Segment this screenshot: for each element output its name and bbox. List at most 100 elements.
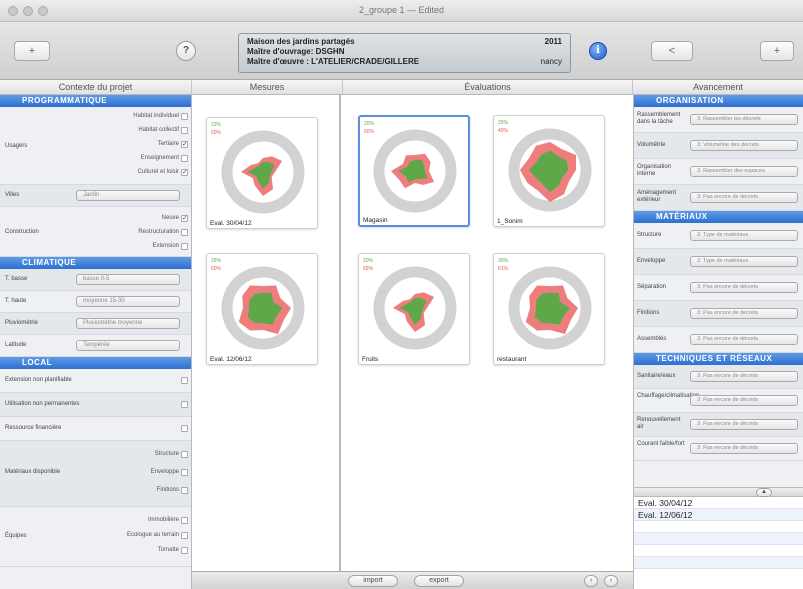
export-button[interactable]: export (414, 575, 464, 587)
evaluation-card[interactable]: 20% 65% Fruits (358, 253, 470, 365)
materiaux-right-label: Assemblés (637, 336, 667, 342)
local-row: Utilisation non permanentes (0, 393, 191, 417)
techniques-select[interactable]: 3: Pas encore de décrets (690, 371, 798, 382)
materiaux-right-select[interactable]: 3: Pas encore de décrets (690, 282, 798, 293)
local-row: Extension non planifiable (0, 369, 191, 393)
equipes-checkbox[interactable] (181, 547, 188, 554)
latitude-select[interactable]: Tempérée (76, 340, 180, 351)
materiaux-right-select[interactable]: 3: Pas encore de décrets (690, 334, 798, 345)
local-checkbox[interactable] (181, 377, 188, 384)
t-basse-select[interactable]: basse 0-5 (76, 274, 180, 285)
materiaux-option: Structure (154, 451, 179, 457)
organisation-select[interactable]: 3: Pas encore de décrets (690, 192, 798, 203)
usagers-checkbox-checked[interactable]: ✓ (181, 141, 188, 148)
measure-card[interactable]: 23% 50% Eval. 30/04/12 (206, 117, 318, 229)
navigate-button[interactable]: < (651, 41, 693, 61)
measure-pct-bottom: 50% (211, 130, 222, 136)
section-techniques: TECHNIQUES ET RÉSEAUX (634, 353, 803, 365)
mesures-panel: 23% 50% Eval. 30/04/12 25% 60% Eval. 12/… (192, 95, 341, 571)
construction-checkbox-checked[interactable]: ✓ (181, 215, 188, 222)
info-icon[interactable]: i (589, 42, 607, 60)
evaluation-card-selected[interactable]: 20% 60% Magasin (358, 115, 470, 227)
add-button[interactable]: + (14, 41, 50, 61)
latitude-row: Latitude Tempérée (0, 335, 191, 357)
latitude-label: Latitude (5, 342, 27, 348)
construction-checkbox[interactable] (181, 243, 188, 250)
evaluation-card[interactable]: 30% 61% restaurant (493, 253, 605, 365)
materiaux-right-row: Structure 2: Type de matériaux (634, 223, 803, 249)
evaluation-pct-top: 20% (363, 258, 374, 264)
materiaux-right-select[interactable]: 2: Type de matériaux (690, 256, 798, 267)
add-right-button[interactable]: + (760, 41, 794, 61)
organisation-label: Volumétrie (637, 142, 666, 148)
organisation-select[interactable]: 3: Rassembler des espaces (690, 166, 798, 177)
techniques-row: Chauffage/climatisation 3: Pas encore de… (634, 389, 803, 413)
equipes-label: Équipes (5, 533, 27, 539)
history-toggle-bar: ▲ (634, 487, 803, 497)
t-haute-select[interactable]: moyenne 15-30 (76, 296, 180, 307)
equipes-row: Équipes Immobilière Ecologue au terrain … (0, 507, 191, 567)
organisation-select[interactable]: 3: Rassembler les décrets (690, 114, 798, 125)
pluviometrie-select[interactable]: Pluviométrie moyenne (76, 318, 180, 329)
pluviometrie-label: Pluviométrie (5, 320, 39, 326)
villes-row: Villes Jardin (0, 185, 191, 207)
history-toggle-button[interactable]: ▲ (756, 488, 772, 497)
organisation-row: Aménagement extérieur 3: Pas encore de d… (634, 185, 803, 211)
history-item[interactable]: Eval. 12/06/12 (634, 509, 803, 521)
context-panel: PROGRAMMATIQUE Usagers Habitat individue… (0, 95, 192, 589)
evaluation-caption: 1_Sonim (497, 218, 523, 225)
construction-label: Construction (5, 229, 39, 235)
measure-card[interactable]: 25% 60% Eval. 12/06/12 (206, 253, 318, 365)
techniques-row: Sanitaire/eaux 3: Pas encore de décrets (634, 365, 803, 389)
techniques-select[interactable]: 3: Pas encore de décrets (690, 443, 798, 454)
local-checkbox[interactable] (181, 425, 188, 432)
usagers-checkbox[interactable] (181, 127, 188, 134)
history-empty-row (634, 545, 803, 557)
scroll-left-button[interactable]: ‹ (584, 575, 598, 587)
construction-option: Extension (152, 243, 179, 249)
evaluation-pct-bottom: 40% (498, 128, 509, 134)
materiaux-checkbox[interactable] (181, 487, 188, 494)
materiaux-checkbox[interactable] (181, 451, 188, 458)
equipes-option: Immobilière (147, 517, 179, 523)
construction-row: Construction Neuve ✓ Restructuration Ext… (0, 207, 191, 257)
local-checkbox[interactable] (181, 401, 188, 408)
materiaux-right-select[interactable]: 3: Pas encore de décrets (690, 308, 798, 319)
measure-caption: Eval. 30/04/12 (210, 220, 252, 227)
villes-select[interactable]: Jardin (76, 190, 180, 201)
construction-checkbox[interactable] (181, 229, 188, 236)
evaluation-pct-bottom: 60% (364, 129, 375, 135)
measure-pct-bottom: 60% (211, 266, 222, 272)
usagers-checkbox[interactable] (181, 155, 188, 162)
usagers-checkbox[interactable] (181, 113, 188, 120)
history-item[interactable]: Eval. 30/04/12 (634, 497, 803, 509)
usagers-option: Habitat collectif (138, 127, 179, 133)
column-header-avancement[interactable]: Avancement (633, 80, 803, 95)
techniques-select[interactable]: 3: Pas encore de décrets (690, 395, 798, 406)
column-header-contexte[interactable]: Contexte du projet (0, 80, 192, 95)
materiaux-row: Matériaux disponible Structure Enveloppe… (0, 441, 191, 507)
techniques-select[interactable]: 3: Pas encore de décrets (690, 419, 798, 430)
local-row-label: Ressource financière (5, 425, 62, 431)
organisation-select[interactable]: 3: Volumétrie des décrets (690, 140, 798, 151)
materiaux-right-label: Enveloppe (637, 258, 666, 264)
equipes-checkbox[interactable] (181, 517, 188, 524)
column-header-mesures[interactable]: Mesures (192, 80, 343, 95)
evaluation-card[interactable]: 25% 40% 1_Sonim (493, 115, 605, 227)
radar-chart (221, 266, 305, 350)
equipes-option: Ecologue au terrain (126, 532, 179, 538)
import-button[interactable]: import (348, 575, 398, 587)
bottom-bar: import export ‹ › (192, 571, 633, 589)
equipes-checkbox[interactable] (181, 532, 188, 539)
help-button[interactable]: ? (176, 41, 196, 61)
usagers-checkbox-checked[interactable]: ✓ (181, 169, 188, 176)
local-row-label: Extension non planifiable (5, 377, 72, 383)
construction-option: Neuve (161, 215, 179, 221)
materiaux-right-select[interactable]: 2: Type de matériaux (690, 230, 798, 241)
t-haute-label: T. haute (5, 298, 27, 304)
project-info-display: Maison des jardins partagés 2011 Maître … (238, 33, 571, 73)
scroll-right-button[interactable]: › (604, 575, 618, 587)
evaluation-caption: Fruits (362, 356, 379, 363)
column-header-evaluations[interactable]: Évaluations (343, 80, 633, 95)
materiaux-checkbox[interactable] (181, 469, 188, 476)
